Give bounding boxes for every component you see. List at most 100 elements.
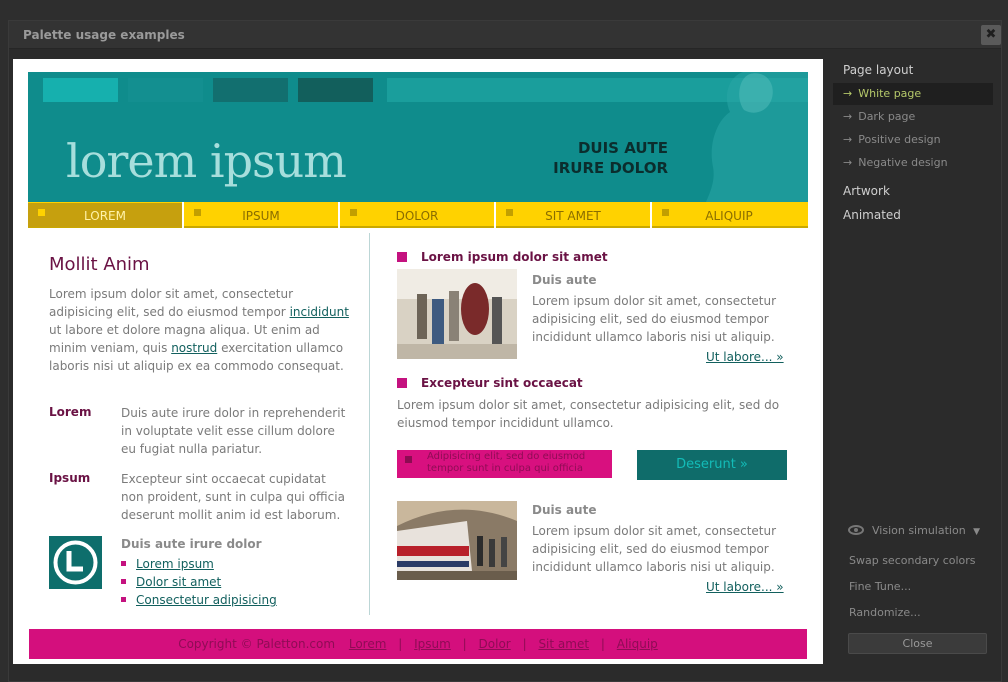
footer-separator: |: [398, 637, 403, 651]
footer-link[interactable]: Lorem: [349, 637, 387, 651]
nav-label: DOLOR: [395, 209, 439, 223]
article-text: Lorem ipsum dolor sit amet, consectetur …: [532, 294, 777, 344]
column-divider: [369, 233, 370, 615]
nav-item-ipsum[interactable]: IPSUM: [184, 203, 338, 227]
footer-separator: |: [522, 637, 527, 651]
tagline-line: DUIS AUTE: [577, 139, 668, 157]
nav-item-sit-amet[interactable]: SIT AMET: [496, 203, 650, 227]
highlight-text: Adipisicing elit, sed do eiusmod tempor …: [427, 451, 586, 474]
train-photo: [397, 501, 517, 580]
layout-option-label: Negative design: [858, 156, 948, 169]
list-heading: Duis aute irure dolor: [121, 537, 262, 551]
deserunt-button[interactable]: Deserunt »: [637, 450, 787, 480]
header-tagline: DUIS AUTE IRURE DOLOR: [553, 138, 668, 178]
highlight-box: Adipisicing elit, sed do eiusmod tempor …: [397, 450, 612, 478]
section-heading: Mollit Anim: [49, 254, 150, 275]
site-nav: LOREM IPSUM DOLOR SIT AMET ALIQUIP: [28, 202, 808, 228]
nav-label: SIT AMET: [545, 209, 601, 223]
read-more-link[interactable]: Ut labore... »: [706, 350, 784, 364]
artwork-option[interactable]: Artwork: [843, 184, 890, 198]
copyright-text: Copyright © Paletton.com: [178, 637, 336, 651]
arrow-right-icon: →: [843, 133, 853, 146]
definition-description: Excepteur sint occaecat cupidatat non pr…: [121, 472, 345, 522]
nav-square-icon: [194, 209, 201, 216]
nav-label: ALIQUIP: [705, 209, 753, 223]
crowd-photo: [397, 269, 517, 359]
header-bar: [213, 78, 288, 102]
link-list: Lorem ipsum Dolor sit amet Consectetur a…: [121, 555, 277, 609]
layout-option-label: White page: [858, 87, 922, 100]
arrow-right-icon: →: [843, 156, 853, 169]
footer-link[interactable]: Aliquip: [617, 637, 658, 651]
nav-item-aliquip[interactable]: ALIQUIP: [652, 203, 806, 227]
definition-description: Duis aute irure dolor in reprehenderit i…: [121, 406, 346, 456]
layout-option-label: Positive design: [858, 133, 941, 146]
eye-icon: [848, 525, 864, 535]
fine-tune-link[interactable]: Fine Tune...: [849, 580, 911, 593]
list-item[interactable]: Lorem ipsum: [121, 555, 277, 573]
dialog-titlebar: Palette usage examples ✖: [9, 21, 1001, 49]
tagline-line: IRURE DOLOR: [553, 159, 668, 177]
read-more-link[interactable]: Ut labore... »: [706, 580, 784, 594]
page-preview: lorem ipsum DUIS AUTE IRURE DOLOR LOREM …: [13, 59, 823, 664]
square-bullet-icon: [397, 378, 407, 388]
nav-square-icon: [662, 209, 669, 216]
layout-option-dark-page[interactable]: → Dark page: [833, 106, 993, 128]
nav-square-icon: [38, 209, 45, 216]
nav-item-lorem[interactable]: LOREM: [28, 203, 182, 227]
layout-option-label: Dark page: [858, 110, 916, 123]
heading-text: Excepteur sint occaecat: [421, 376, 583, 390]
site-footer: Copyright © Paletton.com Lorem | Ipsum |…: [29, 629, 807, 659]
section-text: Lorem ipsum dolor sit amet, consectetur …: [397, 398, 780, 430]
footer-separator: |: [462, 637, 467, 651]
list-item[interactable]: Dolor sit amet: [121, 573, 277, 591]
footer-link[interactable]: Ipsum: [414, 637, 451, 651]
text: Lorem ipsum dolor sit amet, consectetur …: [49, 287, 294, 319]
footer-link[interactable]: Dolor: [479, 637, 511, 651]
site-header: lorem ipsum DUIS AUTE IRURE DOLOR: [28, 72, 808, 202]
list-item[interactable]: Consectetur adipisicing: [121, 591, 277, 609]
animated-option[interactable]: Animated: [843, 208, 901, 222]
arrow-right-icon: →: [843, 110, 853, 123]
site-logo-text: lorem ipsum: [66, 134, 347, 188]
vision-label: Vision simulation: [872, 524, 966, 537]
square-bullet-icon: [397, 252, 407, 262]
layout-option-negative-design[interactable]: → Negative design: [833, 152, 993, 174]
woman-silhouette-image: [706, 72, 808, 202]
swap-secondary-colors-link[interactable]: Swap secondary colors: [849, 554, 976, 567]
arrow-right-icon: →: [843, 87, 853, 100]
close-icon[interactable]: ✖: [981, 25, 1001, 45]
layout-option-positive-design[interactable]: → Positive design: [833, 129, 993, 151]
definition-term: Ipsum: [49, 471, 91, 485]
article-text: Lorem ipsum dolor sit amet, consectetur …: [532, 524, 777, 574]
chevron-down-icon: ▼: [973, 527, 981, 537]
definition-term: Lorem: [49, 405, 92, 419]
header-bar: [128, 78, 203, 102]
layout-option-white-page[interactable]: → White page: [833, 83, 993, 105]
inline-link[interactable]: nostrud: [171, 341, 217, 355]
section-heading: Lorem ipsum dolor sit amet: [397, 250, 608, 264]
nav-label: IPSUM: [242, 209, 280, 223]
square-bullet-icon: [405, 456, 412, 463]
section-heading: Excepteur sint occaecat: [397, 376, 583, 390]
footer-link[interactable]: Sit amet: [538, 637, 589, 651]
inline-link[interactable]: incididunt: [290, 305, 349, 319]
header-bar: [298, 78, 373, 102]
nav-item-dolor[interactable]: DOLOR: [340, 203, 494, 227]
left-column: Mollit Anim Lorem ipsum dolor sit amet, …: [49, 254, 349, 375]
footer-separator: |: [600, 637, 605, 651]
randomize-link[interactable]: Randomize...: [849, 606, 921, 619]
nav-square-icon: [506, 209, 513, 216]
page-layout-heading: Page layout: [843, 63, 914, 77]
nav-label: LOREM: [84, 209, 126, 223]
header-bar: [43, 78, 118, 102]
heading-text: Lorem ipsum dolor sit amet: [421, 250, 608, 264]
dialog-title: Palette usage examples: [23, 28, 185, 42]
clock-logo-icon: [49, 536, 102, 589]
article-title: Duis aute: [532, 273, 597, 287]
close-button[interactable]: Close: [848, 633, 987, 654]
vision-simulation-dropdown[interactable]: Vision simulation ▼: [848, 524, 980, 537]
nav-square-icon: [350, 209, 357, 216]
article-title: Duis aute: [532, 503, 597, 517]
intro-paragraph: Lorem ipsum dolor sit amet, consectetur …: [49, 285, 349, 375]
